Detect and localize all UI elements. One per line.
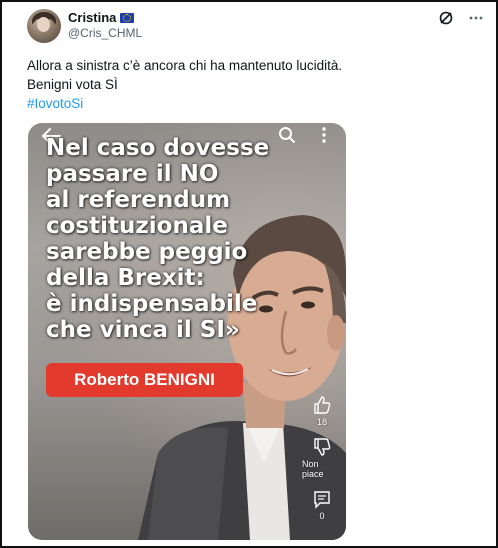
tweet-line-1: Allora a sinistra c’è ancora chi ha mant… <box>27 58 343 73</box>
video-side-actions: 18 Non piace 0 <box>302 395 342 531</box>
caption-line: costituzionale <box>46 213 228 239</box>
author-handle[interactable]: @Cris_CHML <box>68 26 142 40</box>
name-badge: Roberto BENIGNI <box>46 363 243 397</box>
caption-line: sarebbe peggio <box>46 239 248 265</box>
comment-count: 0 <box>319 511 325 521</box>
tweet-media-image[interactable]: Nel caso dovesse passare il NO al refere… <box>28 123 346 540</box>
caption-line: della Brexit: <box>46 265 205 291</box>
caption-line: che vinca il SI» <box>46 317 240 343</box>
more-options-icon[interactable] <box>468 10 484 26</box>
comment-icon[interactable] <box>312 489 332 509</box>
tweet-line-2: Benigni vota SÌ <box>27 77 118 92</box>
caption-line: è indispensabile <box>46 291 258 317</box>
tweet-card: Cristina @Cris_CHML Allora a sinistra c’… <box>0 0 498 548</box>
thumbs-up-icon[interactable] <box>312 395 332 415</box>
author-name[interactable]: Cristina <box>68 10 116 25</box>
caption-line: Nel caso dovesse <box>46 135 270 161</box>
eu-flag-icon <box>120 12 135 23</box>
like-count: 18 <box>316 417 327 427</box>
caption-line: passare il NO <box>46 161 219 187</box>
image-caption: Nel caso dovesse passare il NO al refere… <box>46 135 286 343</box>
hashtag-link[interactable]: #IovotoSi <box>27 94 467 113</box>
avatar[interactable] <box>27 9 61 43</box>
dislike-label: Non piace <box>302 459 324 479</box>
author-name-row[interactable]: Cristina <box>68 10 135 25</box>
caption-line: al referendum <box>46 187 231 213</box>
grok-icon[interactable] <box>438 10 454 26</box>
top-actions <box>438 10 484 26</box>
thumbs-down-icon[interactable] <box>312 437 332 457</box>
vertical-dots-icon[interactable] <box>320 126 328 144</box>
tweet-text: Allora a sinistra c’è ancora chi ha mant… <box>27 56 467 113</box>
